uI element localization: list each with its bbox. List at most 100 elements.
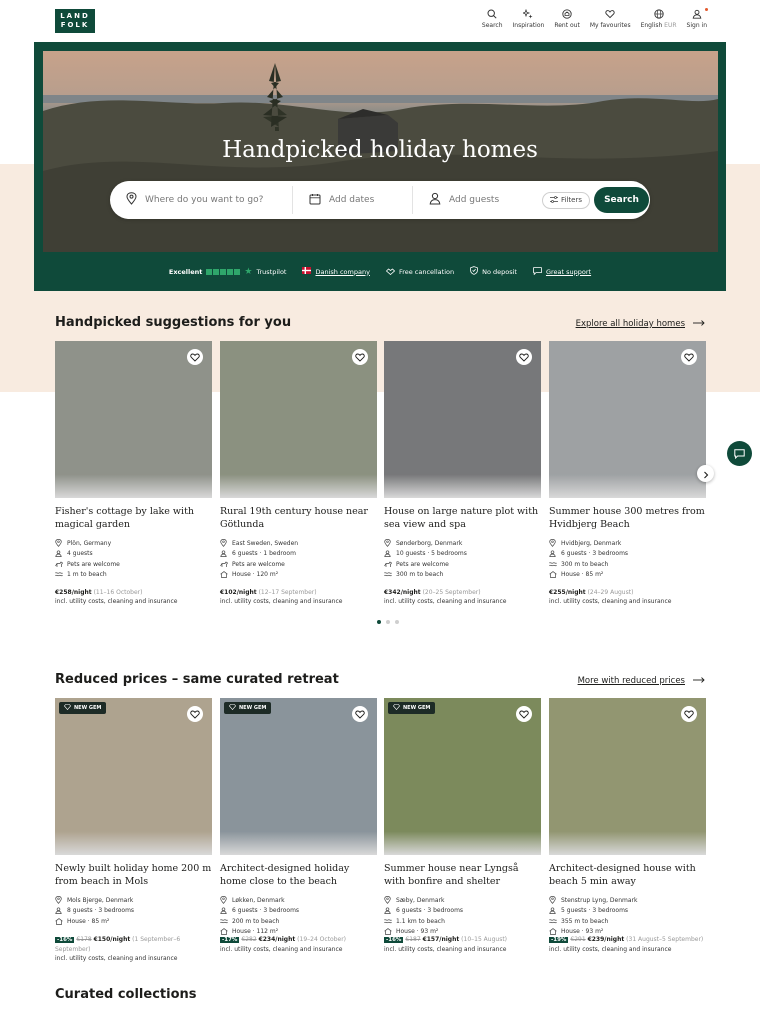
guests-icon	[55, 907, 62, 915]
listing-card[interactable]: NEW GEM Summer house near Lyngså with bon…	[383, 698, 541, 968]
great-support[interactable]: Great support	[533, 266, 592, 277]
listing-price: -16% €178 €150/night (1 September–6 Sept…	[55, 935, 212, 963]
favourite-button[interactable]	[352, 706, 368, 722]
filters-button[interactable]: Filters	[542, 191, 590, 209]
gem-icon	[64, 704, 71, 712]
chat-icon	[734, 444, 745, 463]
fact-text: 1 m to beach	[67, 571, 107, 579]
fact-text: Sæby, Denmark	[396, 896, 445, 904]
listing-title[interactable]: House on large nature plot with sea view…	[384, 505, 541, 531]
trustpilot-rating[interactable]: Excellent ★ Trustpilot	[169, 267, 287, 277]
discount-badge: -19%	[549, 937, 569, 943]
listing-fact: Mols Bjerge, Denmark	[55, 895, 212, 906]
listing-facts: Hvidbjerg, Denmark 6 guests · 3 bedrooms 3…	[548, 538, 706, 581]
where-placeholder: Where do you want to go?	[145, 195, 264, 205]
gem-icon	[393, 704, 400, 712]
listing-fact: 6 guests · 3 bedrooms	[220, 906, 377, 917]
listing-title[interactable]: Newly built holiday home 200 m from beac…	[55, 862, 212, 888]
listing-image[interactable]	[55, 341, 212, 498]
listing-fact: Pets are welcome	[383, 559, 541, 570]
favourite-button[interactable]	[516, 706, 532, 722]
favourite-button[interactable]	[352, 349, 368, 365]
fact-text: House · 120 m²	[232, 571, 279, 579]
favourite-button[interactable]	[681, 349, 697, 365]
favourite-button[interactable]	[187, 706, 203, 722]
currency-text: EUR	[664, 22, 677, 29]
price-included: incl. utility costs, cleaning and insura…	[55, 955, 178, 962]
fact-text: Pets are welcome	[396, 560, 449, 568]
listing-card[interactable]: NEW GEM Architect-designed holiday home c…	[219, 698, 377, 968]
listing-title[interactable]: Summer house near Lyngså with bonfire an…	[384, 862, 541, 888]
fact-text: 6 guests · 3 bedrooms	[561, 550, 629, 558]
more-reduced-link[interactable]: More with reduced prices	[578, 676, 705, 686]
dates-field[interactable]: Add dates	[292, 186, 412, 214]
nav-search[interactable]: Search	[482, 8, 503, 29]
explore-all-link[interactable]: Explore all holiday homes	[576, 319, 705, 329]
listing-title[interactable]: Summer house 300 metres from Hvidbjerg B…	[549, 505, 706, 531]
listing-image[interactable]	[549, 698, 706, 855]
new-gem-badge: NEW GEM	[59, 702, 107, 714]
nav-inspiration[interactable]: Inspiration	[513, 8, 544, 29]
guests-field[interactable]: Add guests	[412, 186, 532, 214]
listing-price: €255/night (24–29 August) incl. utility …	[549, 588, 706, 606]
listing-title[interactable]: Architect-designed holiday home close to…	[220, 862, 377, 888]
listing-card[interactable]: House on large nature plot with sea view…	[383, 341, 541, 611]
price-included: incl. utility costs, cleaning and insura…	[220, 598, 343, 605]
carousel-next-button[interactable]	[697, 465, 714, 482]
nav-sign-in[interactable]: Sign in	[687, 8, 708, 29]
listing-image[interactable]	[55, 698, 212, 855]
pagination-dot[interactable]	[395, 620, 399, 624]
listing-image[interactable]	[384, 341, 541, 498]
listing-card[interactable]: Fisher's cottage by lake with magical ga…	[54, 341, 212, 611]
nav-language[interactable]: English EUR	[641, 8, 677, 29]
sliders-icon	[550, 195, 558, 205]
pagination-dot[interactable]	[386, 620, 390, 624]
listing-fact: House · 120 m²	[219, 570, 377, 581]
nav-favourites[interactable]: My favourites	[590, 8, 631, 29]
search-button[interactable]: Search	[593, 187, 649, 213]
favourite-button[interactable]	[187, 349, 203, 365]
listing-fact: Pets are welcome	[219, 559, 377, 570]
fact-text: 8 guests · 3 bedrooms	[67, 907, 135, 915]
nav-rent-out[interactable]: Rent out	[554, 8, 580, 29]
listing-fact: 6 guests · 1 bedroom	[220, 549, 377, 560]
listing-title[interactable]: Fisher's cottage by lake with magical ga…	[55, 505, 212, 531]
dates-placeholder: Add dates	[329, 195, 375, 205]
landfolk-logo[interactable]: LAND FOLK	[55, 9, 95, 33]
listing-facts: Plön, Germany 4 guests Pets are welcome 1 m…	[54, 538, 212, 581]
listing-fact: 200 m to beach	[219, 916, 377, 927]
listing-image[interactable]	[384, 698, 541, 855]
chat-support-button[interactable]	[727, 441, 752, 466]
guests-icon	[55, 550, 62, 558]
price-per-night: €157/night	[422, 936, 460, 943]
great-support-label: Great support	[545, 267, 592, 276]
listing-title[interactable]: Architect-designed house with beach 5 mi…	[549, 862, 706, 888]
listing-fact: 1 m to beach	[54, 570, 212, 581]
price-dates: (10–15 August)	[461, 936, 508, 943]
listing-title[interactable]: Rural 19th century house near Götlunda	[220, 505, 377, 531]
listing-image[interactable]	[220, 698, 377, 855]
location-pin-icon	[55, 539, 62, 548]
pagination-dot-active[interactable]	[377, 620, 381, 624]
listing-image[interactable]	[220, 341, 377, 498]
danish-company[interactable]: Danish company	[302, 267, 370, 276]
listing-card[interactable]: Architect-designed house with beach 5 mi…	[548, 698, 706, 968]
listing-card[interactable]: Rural 19th century house near Götlunda Ea…	[219, 341, 377, 611]
fact-text: House · 85 m²	[561, 571, 604, 579]
price-per-night: €255/night	[549, 589, 586, 596]
heart-icon	[519, 353, 529, 362]
listing-fact: House · 85 m²	[548, 570, 706, 581]
listing-card[interactable]: Summer house 300 metres from Hvidbjerg B…	[548, 341, 706, 611]
fact-text: 1.1 km to beach	[396, 917, 445, 925]
logo-line-1: LAND	[60, 12, 90, 20]
favourite-button[interactable]	[516, 349, 532, 365]
where-field[interactable]: Where do you want to go?	[110, 186, 292, 214]
fact-text: Plön, Germany	[67, 539, 112, 547]
carousel-pagination	[377, 620, 399, 624]
listing-image[interactable]	[549, 341, 706, 498]
nav-search-label: Search	[481, 22, 503, 29]
listing-card[interactable]: NEW GEM Newly built holiday home 200 m fr…	[54, 698, 212, 968]
favourite-button[interactable]	[681, 706, 697, 722]
listing-fact: Stenstrup Lyng, Denmark	[549, 895, 706, 906]
logo-line-2: FOLK	[60, 21, 90, 29]
